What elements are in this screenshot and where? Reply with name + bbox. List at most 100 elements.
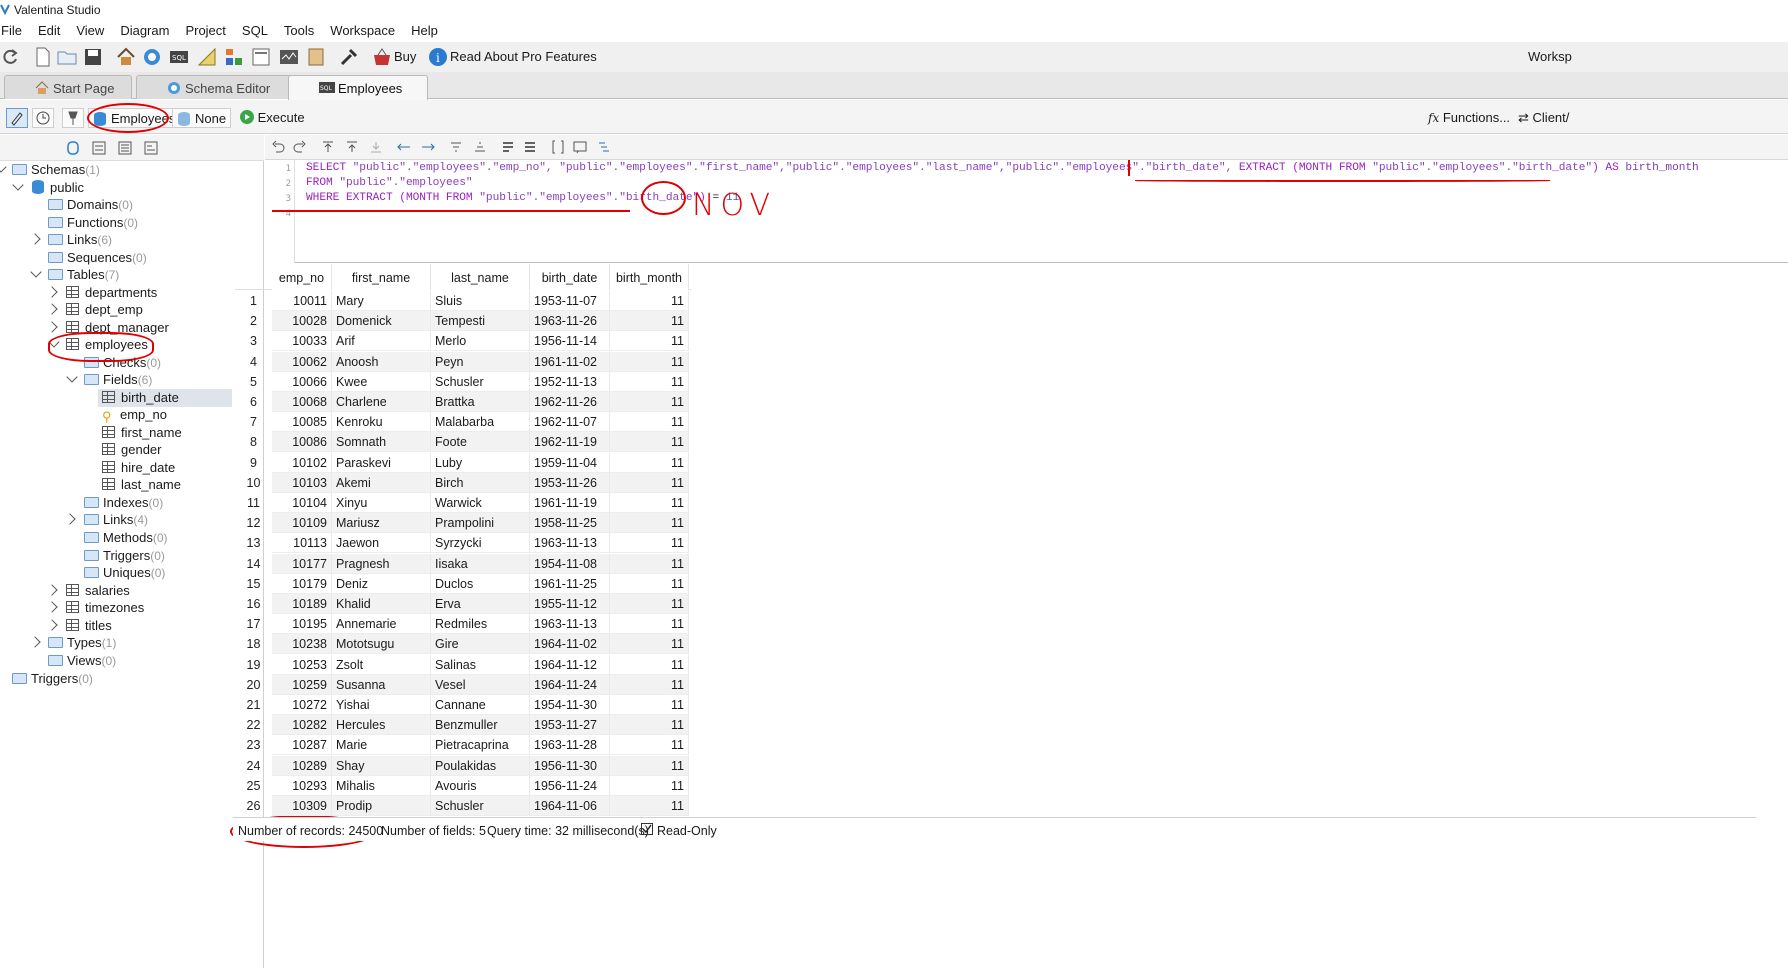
cell-birth-month[interactable]: 11 bbox=[610, 553, 689, 574]
pin-button[interactable] bbox=[62, 108, 84, 128]
menu-help[interactable]: Help bbox=[403, 21, 446, 41]
sql-icon[interactable]: SQL bbox=[169, 47, 189, 67]
cell-birth-month[interactable]: 11 bbox=[610, 674, 689, 695]
tree-triggers[interactable]: Triggers(0) bbox=[12, 671, 93, 689]
cell-birth-month[interactable]: 11 bbox=[610, 654, 689, 675]
cell-first-name[interactable]: Arif bbox=[332, 331, 431, 352]
cell-emp-no[interactable]: 10033 bbox=[272, 331, 332, 352]
cell-first-name[interactable]: Charlene bbox=[332, 392, 431, 412]
tree-functions[interactable]: Functions(0) bbox=[48, 215, 138, 233]
cell-birth-date[interactable]: 1956-11-14 bbox=[530, 331, 610, 352]
client-button[interactable]: ⇄ Client/ bbox=[1518, 110, 1569, 126]
cell-last-name[interactable]: Prampolini bbox=[431, 513, 530, 534]
diagram-icon[interactable] bbox=[224, 47, 244, 67]
readonly-checkbox[interactable] bbox=[641, 823, 653, 835]
cell-birth-month[interactable]: 11 bbox=[610, 452, 689, 473]
cell-last-name[interactable]: Sluis bbox=[431, 291, 530, 311]
cell-birth-date[interactable]: 1956-11-24 bbox=[530, 775, 610, 796]
tree-field-birth-date[interactable]: birth_date bbox=[98, 389, 232, 407]
cell-first-name[interactable]: Marie bbox=[332, 735, 431, 756]
list-view-icon[interactable] bbox=[92, 141, 106, 155]
pro-features-link[interactable]: Read About Pro Features bbox=[450, 49, 597, 64]
cell-emp-no[interactable]: 10062 bbox=[272, 351, 332, 372]
cell-first-name[interactable]: Kwee bbox=[332, 371, 431, 392]
tree-field-hire-date[interactable]: hire_date bbox=[102, 460, 175, 478]
cell-last-name[interactable]: Tempesti bbox=[431, 311, 530, 332]
cell-birth-date[interactable]: 1962-11-19 bbox=[530, 432, 610, 453]
tree-uniques[interactable]: Uniques(0) bbox=[84, 565, 165, 583]
table-row[interactable]: 18 10238 Mototsugu Gire 1964-11-02 11 bbox=[235, 634, 691, 655]
cell-birth-date[interactable]: 1962-11-07 bbox=[530, 412, 610, 433]
cell-emp-no[interactable]: 10189 bbox=[272, 594, 332, 614]
cell-last-name[interactable]: Gire bbox=[431, 634, 530, 655]
cell-first-name[interactable]: Yishai bbox=[332, 695, 431, 715]
cell-birth-date[interactable]: 1953-11-26 bbox=[530, 472, 610, 493]
cell-birth-month[interactable]: 11 bbox=[610, 311, 689, 332]
table-row[interactable]: 3 10033 Arif Merlo 1956-11-14 11 bbox=[235, 331, 691, 352]
cell-birth-month[interactable]: 11 bbox=[610, 573, 689, 594]
cell-emp-no[interactable]: 10195 bbox=[272, 614, 332, 635]
tab-schema-editor[interactable]: Schema Editor bbox=[136, 75, 292, 99]
cell-emp-no[interactable]: 10086 bbox=[272, 432, 332, 453]
menu-sql[interactable]: SQL bbox=[234, 21, 276, 41]
cell-last-name[interactable]: Schusler bbox=[431, 371, 530, 392]
cell-birth-month[interactable]: 11 bbox=[610, 493, 689, 513]
cell-birth-month[interactable]: 11 bbox=[610, 513, 689, 534]
cell-first-name[interactable]: Xinyu bbox=[332, 493, 431, 513]
cell-first-name[interactable]: Khalid bbox=[332, 594, 431, 614]
cell-birth-date[interactable]: 1953-11-27 bbox=[530, 715, 610, 736]
align-top-icon[interactable] bbox=[321, 140, 335, 154]
cell-emp-no[interactable]: 10102 bbox=[272, 452, 332, 473]
cell-emp-no[interactable]: 10109 bbox=[272, 513, 332, 534]
cell-emp-no[interactable]: 10068 bbox=[272, 392, 332, 412]
move-down-icon[interactable] bbox=[369, 140, 383, 154]
cell-emp-no[interactable]: 10238 bbox=[272, 634, 332, 655]
cell-emp-no[interactable]: 10085 bbox=[272, 412, 332, 433]
table-row[interactable]: 5 10066 Kwee Schusler 1952-11-13 11 bbox=[235, 371, 691, 392]
table-row[interactable]: 24 10289 Shay Poulakidas 1956-11-30 11 bbox=[235, 755, 691, 776]
table-row[interactable]: 2 10028 Domenick Tempesti 1963-11-26 11 bbox=[235, 311, 691, 332]
cell-birth-month[interactable]: 11 bbox=[610, 775, 689, 796]
cell-birth-date[interactable]: 1955-11-12 bbox=[530, 594, 610, 614]
cell-birth-month[interactable]: 11 bbox=[610, 594, 689, 614]
cell-birth-month[interactable]: 11 bbox=[610, 291, 689, 311]
buy-button[interactable]: Buy bbox=[394, 49, 416, 64]
workspace-button[interactable]: Worksp bbox=[1528, 49, 1572, 64]
tree-field-gender[interactable]: gender bbox=[102, 442, 161, 460]
tree-field-first-name[interactable]: first_name bbox=[102, 425, 182, 443]
cell-birth-date[interactable]: 1956-11-30 bbox=[530, 755, 610, 776]
cell-first-name[interactable]: Annemarie bbox=[332, 614, 431, 635]
edit-mode-button[interactable] bbox=[6, 108, 28, 128]
cell-birth-month[interactable]: 11 bbox=[610, 634, 689, 655]
cell-last-name[interactable]: Warwick bbox=[431, 493, 530, 513]
cell-emp-no[interactable]: 10309 bbox=[272, 796, 332, 816]
cell-last-name[interactable]: Cannane bbox=[431, 695, 530, 715]
book-icon[interactable] bbox=[306, 47, 326, 67]
uncomment-icon[interactable] bbox=[523, 140, 537, 154]
cell-last-name[interactable]: Salinas bbox=[431, 654, 530, 675]
cell-first-name[interactable]: Mototsugu bbox=[332, 634, 431, 655]
cell-birth-date[interactable]: 1964-11-12 bbox=[530, 654, 610, 675]
menu-tools[interactable]: Tools bbox=[276, 21, 322, 41]
cell-first-name[interactable]: Prodip bbox=[332, 796, 431, 816]
table-row[interactable]: 17 10195 Annemarie Redmiles 1963-11-13 11 bbox=[235, 614, 691, 635]
comment-icon[interactable] bbox=[501, 140, 515, 154]
sort-asc-icon[interactable] bbox=[449, 140, 463, 154]
tree-sequences[interactable]: Sequences(0) bbox=[48, 250, 147, 268]
column-header-last-name[interactable]: last_name bbox=[431, 264, 530, 290]
cell-last-name[interactable]: Brattka bbox=[431, 392, 530, 412]
cell-last-name[interactable]: Luby bbox=[431, 452, 530, 473]
cell-emp-no[interactable]: 10293 bbox=[272, 775, 332, 796]
cell-first-name[interactable]: Mariusz bbox=[332, 513, 431, 534]
cell-last-name[interactable]: Peyn bbox=[431, 351, 530, 372]
refresh-icon[interactable] bbox=[0, 47, 20, 67]
cell-first-name[interactable]: Domenick bbox=[332, 311, 431, 332]
cell-birth-month[interactable]: 11 bbox=[610, 392, 689, 412]
cell-birth-month[interactable]: 11 bbox=[610, 351, 689, 372]
menu-view[interactable]: View bbox=[68, 21, 112, 41]
cell-first-name[interactable]: Kenroku bbox=[332, 412, 431, 433]
table-row[interactable]: 21 10272 Yishai Cannane 1954-11-30 11 bbox=[235, 695, 691, 715]
cell-first-name[interactable]: Paraskevi bbox=[332, 452, 431, 473]
cell-first-name[interactable]: Shay bbox=[332, 755, 431, 776]
table-row[interactable]: 4 10062 Anoosh Peyn 1961-11-02 11 bbox=[235, 351, 691, 372]
